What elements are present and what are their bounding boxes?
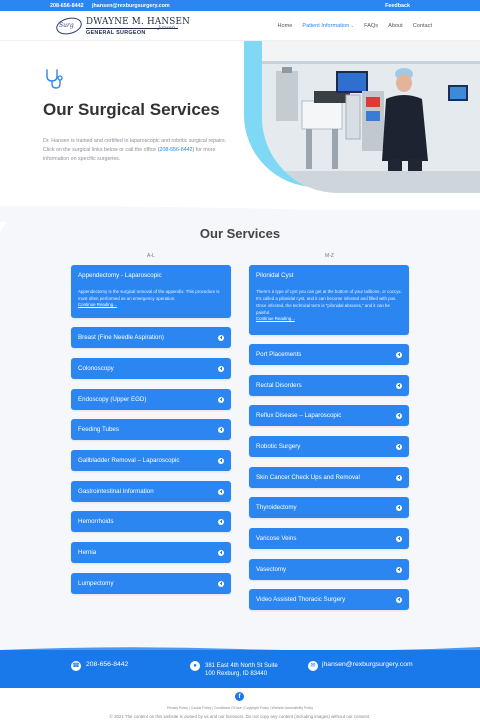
facebook-icon[interactable]: f [235, 692, 244, 701]
expand-plus-icon [396, 566, 402, 573]
service-card-title: Varicose Veins [256, 535, 297, 542]
expand-plus-icon [218, 488, 224, 495]
service-card-title: Rectal Disorders [256, 382, 302, 389]
expand-plus-icon [218, 518, 224, 525]
logo-mark-text: Surg [59, 22, 74, 29]
service-card-rectal-disorders[interactable]: Rectal Disorders [249, 375, 409, 396]
email-icon: ✉ [308, 661, 318, 671]
expand-plus-icon [396, 443, 402, 450]
service-card-title: Video Assisted Thoracic Surgery [256, 596, 346, 603]
service-card-colonoscopy[interactable]: Colonoscopy [71, 358, 231, 379]
expand-plus-icon [396, 412, 402, 419]
service-card-title: Vasectomy [256, 566, 287, 573]
logo-subtitle: GENERAL SURGEON [86, 30, 146, 36]
hero-phone-link[interactable]: (208-656-8442) [158, 147, 195, 153]
footer-address: 381 East 4th North St Suite 100 Rexburg,… [205, 662, 278, 678]
service-card-hemorrhoids[interactable]: Hemorrhoids [71, 511, 231, 532]
service-card-title: Port Placements [256, 351, 302, 358]
site-logo[interactable]: Surg DWAYNE M. HANSEN GENERAL SURGEON Ja… [54, 15, 190, 38]
service-card-title: Robotic Surgery [256, 443, 301, 450]
expand-plus-icon [396, 504, 402, 511]
phone-icon: ☎ [71, 661, 81, 671]
copyright-text: © 2021 The content on this website is ow… [109, 714, 371, 719]
service-card-pilonidal-cyst[interactable]: Pilonidal Cyst There's a type of cyst yo… [249, 265, 409, 335]
nav-contact[interactable]: Contact [413, 23, 432, 29]
nav-faqs[interactable]: FAQs [364, 23, 378, 29]
service-card-title: Pilonidal Cyst [256, 272, 294, 279]
service-card-gallbladder[interactable]: Gallbladder Removal – Laparoscopic [71, 450, 231, 471]
service-card-breast[interactable]: Breast (Fine Needle Aspiration) [71, 327, 231, 348]
surgeon-photo [262, 41, 480, 193]
service-card-title: Appendectomy - Laparoscopic [78, 272, 162, 279]
continue-reading-link[interactable]: Continue Reading... [256, 316, 402, 321]
nav-home[interactable]: Home [277, 23, 292, 29]
service-card-port-placements[interactable]: Port Placements [249, 344, 409, 365]
nav-patient-information-label: Patient Information [302, 23, 350, 29]
footer-phone-link[interactable]: 208-656-8442 [86, 661, 128, 668]
expand-plus-icon [218, 365, 224, 372]
service-card-title: Reflux Disease – Laparoscopic [256, 412, 342, 419]
expand-plus-icon [218, 457, 224, 464]
expand-plus-icon [396, 474, 402, 481]
service-card-feeding-tubes[interactable]: Feeding Tubes [71, 419, 231, 440]
footer-email-link[interactable]: jhansen@rexburgsurgery.com [322, 661, 413, 668]
service-card-title: Feeding Tubes [78, 426, 119, 433]
address-line-2: 100 Rexburg, ID 83440 [205, 671, 268, 677]
service-card-title: Gallbladder Removal – Laparoscopic [78, 457, 180, 464]
service-card-endoscopy[interactable]: Endoscopy (Upper EGD) [71, 389, 231, 410]
service-card-vats[interactable]: Video Assisted Thoracic Surgery [249, 589, 409, 610]
service-card-title: Colonoscopy [78, 365, 114, 372]
service-card-title: Gastrointestinal Information [78, 488, 154, 495]
expand-plus-icon [396, 596, 402, 603]
service-card-title: Hemorrhoids [78, 518, 114, 525]
continue-reading-link[interactable]: Continue Reading... [78, 302, 224, 307]
page-title: Our Surgical Services [43, 100, 220, 119]
service-card-title: Thyroidectomy [256, 504, 297, 511]
service-card-hernia[interactable]: Hernia [71, 542, 231, 563]
service-card-body: There's a type of cyst you can get at th… [256, 289, 402, 315]
logo-signature: Jansen [158, 25, 175, 31]
hero-description: Dr. Hansen is trained and certified in l… [43, 137, 231, 164]
top-phone-link[interactable]: 208-656-8442 [50, 3, 84, 9]
expand-plus-icon [218, 396, 224, 403]
column-label-a-l: A-L [147, 253, 155, 259]
column-label-m-z: M-Z [325, 253, 334, 259]
service-card-vasectomy[interactable]: Vasectomy [249, 559, 409, 580]
nav-patient-information[interactable]: Patient Information⌄ [302, 23, 354, 29]
nav-about[interactable]: About [388, 23, 403, 29]
service-card-thyroidectomy[interactable]: Thyroidectomy [249, 497, 409, 518]
service-card-reflux-disease[interactable]: Reflux Disease – Laparoscopic [249, 405, 409, 426]
service-card-title: Skin Cancer Check Ups and Removal [256, 474, 360, 481]
expand-plus-icon [218, 549, 224, 556]
service-card-robotic-surgery[interactable]: Robotic Surgery [249, 436, 409, 457]
expand-plus-icon [218, 426, 224, 433]
service-card-varicose-veins[interactable]: Varicose Veins [249, 528, 409, 549]
site-header: Surg DWAYNE M. HANSEN GENERAL SURGEON Ja… [0, 11, 480, 41]
feedback-link[interactable]: Feedback [385, 3, 410, 9]
expand-plus-icon [396, 535, 402, 542]
expand-plus-icon [218, 580, 224, 587]
service-card-title: Lumpectomy [78, 580, 114, 587]
service-card-title: Endoscopy (Upper EGD) [78, 396, 147, 403]
legal-links[interactable]: Privacy Policy | Cookie Policy | Conditi… [0, 706, 480, 710]
service-card-title: Hernia [78, 549, 97, 556]
address-line-1: 381 East 4th North St Suite [205, 663, 278, 669]
stethoscope-icon [46, 69, 63, 89]
service-card-appendectomy[interactable]: Appendectomy - Laparoscopic Appendectomy… [71, 265, 231, 318]
expand-plus-icon [396, 351, 402, 358]
service-card-skin-cancer[interactable]: Skin Cancer Check Ups and Removal [249, 467, 409, 488]
top-email-link[interactable]: jhansen@rexburgsurgery.com [92, 3, 170, 9]
top-bar: 208-656-8442 jhansen@rexburgsurgery.com … [0, 0, 480, 11]
location-icon: ● [190, 661, 200, 671]
service-card-lumpectomy[interactable]: Lumpectomy [71, 573, 231, 594]
service-card-title: Breast (Fine Needle Aspiration) [78, 334, 164, 341]
service-card-gastrointestinal[interactable]: Gastrointestinal Information [71, 481, 231, 502]
chevron-down-icon: ⌄ [350, 23, 355, 28]
expand-plus-icon [396, 382, 402, 389]
service-card-body: Appendectomy is the surgical removal of … [78, 289, 220, 301]
expand-plus-icon [218, 334, 224, 341]
main-nav: Home Patient Information⌄ FAQs About Con… [277, 23, 432, 29]
services-title: Our Services [199, 226, 281, 241]
